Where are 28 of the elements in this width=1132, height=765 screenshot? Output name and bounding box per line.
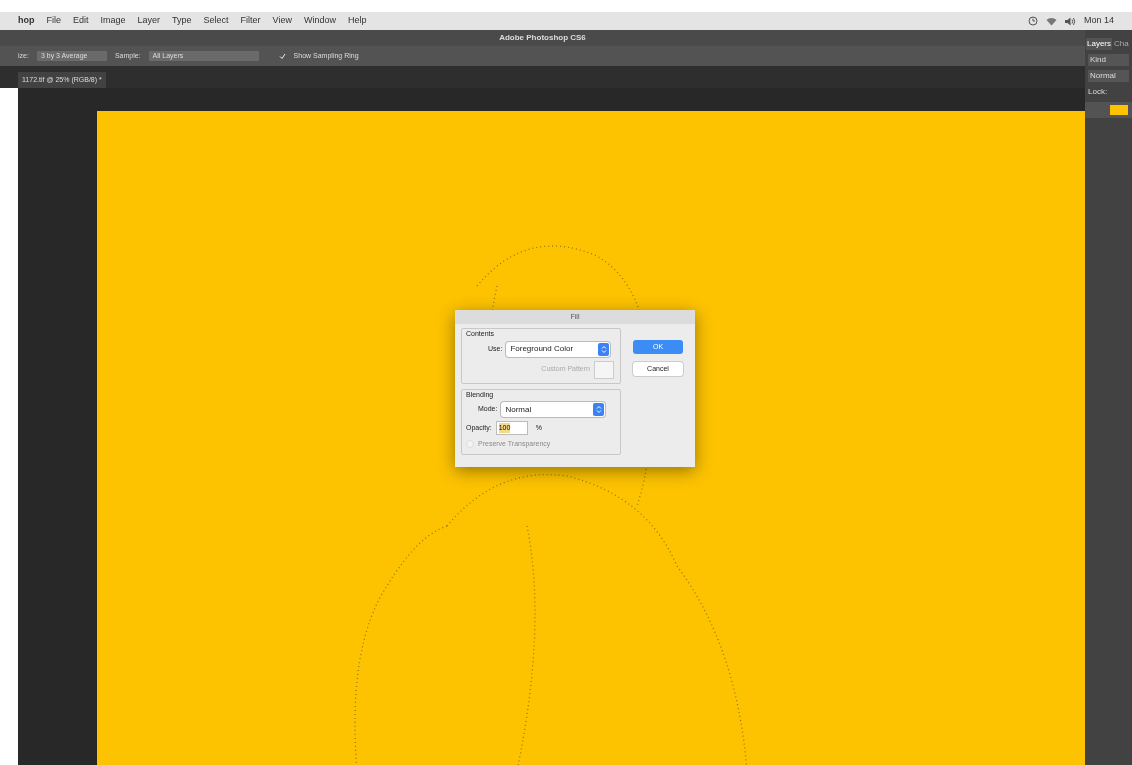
volume-icon[interactable] — [1064, 16, 1076, 26]
menu-clock[interactable]: Mon 14 — [1083, 14, 1114, 28]
layer-thumbnail — [1110, 105, 1128, 115]
window-title: Adobe Photoshop CS6 — [499, 32, 586, 44]
menu-item[interactable]: Help — [347, 14, 367, 28]
clock-icon[interactable] — [1027, 16, 1038, 26]
app-menu[interactable]: hop — [18, 14, 35, 28]
menu-item[interactable]: Edit — [73, 14, 89, 28]
wifi-icon[interactable] — [1045, 16, 1057, 26]
sampling-ring-checkbox[interactable] — [278, 52, 286, 60]
kind-filter[interactable]: Kind — [1088, 54, 1129, 66]
menu-item[interactable]: Select — [203, 14, 229, 28]
panel-tab[interactable]: Layers — [1086, 38, 1112, 50]
menu-item[interactable]: Image — [100, 14, 126, 28]
stepper-icon — [598, 342, 610, 356]
layer-row[interactable] — [1085, 102, 1132, 118]
panel-tab[interactable]: Cha — [1113, 38, 1130, 50]
stepper-icon — [593, 403, 605, 416]
use-dropdown[interactable]: Foreground Color — [506, 341, 611, 357]
blend-mode-dropdown[interactable]: Normal — [1088, 70, 1129, 82]
menu-item[interactable]: View — [272, 14, 292, 28]
menu-item[interactable]: File — [46, 14, 61, 28]
menu-item[interactable]: Filter — [240, 14, 261, 28]
mode-dropdown[interactable]: Normal — [501, 402, 606, 417]
menu-item[interactable]: Layer — [137, 14, 161, 28]
menu-item[interactable]: Type — [172, 14, 192, 28]
menu-item[interactable]: Window — [303, 14, 336, 28]
lock-label: Lock: — [1087, 86, 1109, 98]
